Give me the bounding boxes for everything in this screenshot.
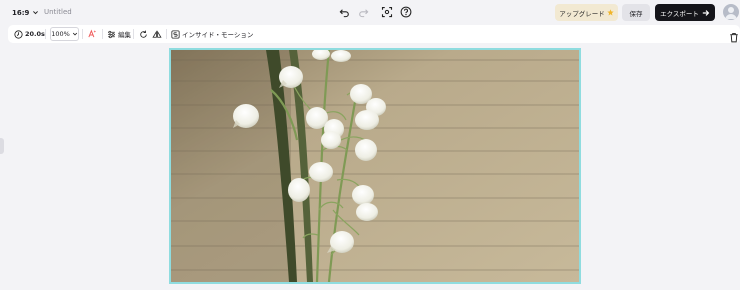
document-title[interactable]: Untitled: [44, 7, 72, 18]
chevron-down-icon: [72, 32, 77, 36]
user-avatar[interactable]: [723, 4, 739, 20]
canvas-image: [171, 50, 579, 282]
ai-text-icon: [88, 29, 97, 38]
ai-scan-icon: [381, 6, 393, 18]
insight-icon: [171, 29, 180, 39]
save-label: 保存: [629, 9, 643, 18]
divider: [166, 29, 167, 39]
user-icon: [725, 7, 737, 19]
undo-button[interactable]: [337, 5, 351, 19]
aspect-ratio-selector[interactable]: 16:9: [12, 7, 39, 18]
export-button[interactable]: エクスポート: [655, 4, 715, 21]
arrow-right-icon: [702, 9, 710, 16]
redo-icon: [358, 8, 368, 17]
divider: [82, 29, 83, 39]
zoom-select[interactable]: 100%: [50, 27, 79, 41]
redo-button[interactable]: [356, 5, 370, 19]
undo-icon: [339, 8, 349, 17]
rotate-button[interactable]: [139, 25, 148, 43]
help-icon: [400, 6, 412, 18]
chevron-down-icon: [33, 11, 39, 15]
top-bar: 16:9 Untitled アップグレード 保存 エクスポート: [0, 0, 740, 25]
divider: [45, 29, 46, 39]
duration-button[interactable]: 20.0s: [14, 25, 45, 43]
divider: [133, 29, 134, 39]
edit-button[interactable]: 編集: [107, 25, 131, 43]
ai-scan-button[interactable]: [380, 5, 394, 19]
help-button[interactable]: [399, 5, 413, 19]
insight-motion-button[interactable]: インサイド・モーション: [171, 25, 253, 43]
rotate-icon: [140, 30, 147, 38]
timer-icon: [14, 29, 23, 39]
divider: [102, 29, 103, 39]
flip-icon: [152, 29, 162, 38]
editor-toolbar: 20.0s 100% 編集 インサイド・モーション: [8, 25, 740, 43]
flip-button[interactable]: [152, 25, 162, 43]
upgrade-label: アップグレード: [559, 9, 605, 18]
canvas-selection[interactable]: [169, 48, 581, 284]
insight-motion-label: インサイド・モーション: [182, 31, 254, 39]
trash-icon: [730, 32, 738, 43]
sliders-icon: [108, 30, 115, 38]
save-button[interactable]: 保存: [622, 4, 650, 21]
aspect-ratio-label: 16:9: [12, 8, 30, 17]
delete-button[interactable]: [729, 28, 740, 43]
export-label: エクスポート: [660, 9, 699, 18]
upgrade-button[interactable]: アップグレード: [555, 4, 618, 21]
left-panel-handle[interactable]: [0, 138, 4, 154]
zoom-label: 100%: [51, 30, 70, 38]
duration-label: 20.0s: [25, 30, 45, 38]
ai-text-button[interactable]: [87, 25, 97, 43]
edit-label: 編集: [118, 31, 131, 39]
star-icon: [607, 9, 614, 16]
